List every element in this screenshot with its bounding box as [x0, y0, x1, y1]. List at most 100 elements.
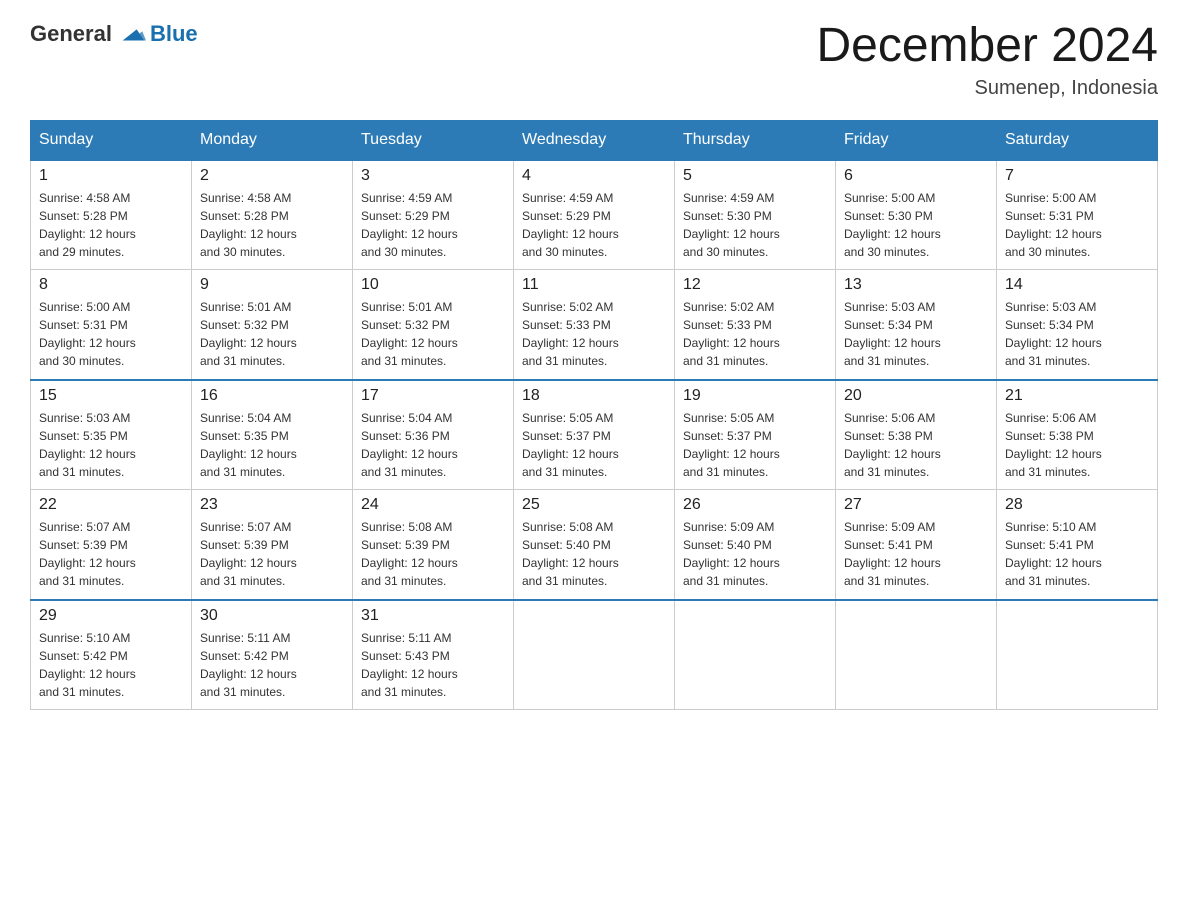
- calendar-day-cell: 17Sunrise: 5:04 AMSunset: 5:36 PMDayligh…: [353, 380, 514, 490]
- calendar-day-cell: 20Sunrise: 5:06 AMSunset: 5:38 PMDayligh…: [836, 380, 997, 490]
- calendar-table: SundayMondayTuesdayWednesdayThursdayFrid…: [30, 120, 1158, 711]
- day-number: 24: [361, 496, 505, 514]
- calendar-day-cell: [675, 600, 836, 710]
- calendar-day-cell: 13 Sunrise: 5:03 AMSunset: 5:34 PMDayligh…: [836, 270, 997, 380]
- calendar-day-cell: 15 Sunrise: 5:03 AMSunset: 5:35 PMDayligh…: [31, 380, 192, 490]
- page-header: General Blue December 2024 Sumenep, Indo…: [30, 20, 1158, 100]
- day-number: 7: [1005, 167, 1149, 185]
- calendar-day-cell: 29Sunrise: 5:10 AMSunset: 5:42 PMDayligh…: [31, 600, 192, 710]
- day-number: 2: [200, 167, 344, 185]
- day-number: 8: [39, 276, 183, 294]
- day-info: Sunrise: 5:00 AMSunset: 5:30 PMDaylight:…: [844, 189, 988, 261]
- day-number: 28: [1005, 496, 1149, 514]
- day-header-thursday: Thursday: [675, 120, 836, 160]
- day-info: Sunrise: 5:04 AMSunset: 5:35 PMDaylight:…: [200, 409, 344, 481]
- day-number: 30: [200, 607, 344, 625]
- calendar-day-cell: 1 Sunrise: 4:58 AMSunset: 5:28 PMDaylight…: [31, 160, 192, 270]
- calendar-week-row: 22 Sunrise: 5:07 AMSunset: 5:39 PMDayligh…: [31, 490, 1158, 600]
- day-number: 15: [39, 387, 183, 405]
- day-info: Sunrise: 5:07 AMSunset: 5:39 PMDaylight:…: [200, 518, 344, 590]
- day-number: 6: [844, 167, 988, 185]
- day-info: Sunrise: 5:01 AMSunset: 5:32 PMDaylight:…: [200, 298, 344, 370]
- day-header-monday: Monday: [192, 120, 353, 160]
- day-info: Sunrise: 5:09 AMSunset: 5:41 PMDaylight:…: [844, 518, 988, 590]
- day-number: 16: [200, 387, 344, 405]
- day-number: 12: [683, 276, 827, 294]
- calendar-day-cell: 7 Sunrise: 5:00 AMSunset: 5:31 PMDaylight…: [997, 160, 1158, 270]
- calendar-header-row: SundayMondayTuesdayWednesdayThursdayFrid…: [31, 120, 1158, 160]
- day-info: Sunrise: 5:02 AMSunset: 5:33 PMDaylight:…: [522, 298, 666, 370]
- day-number: 10: [361, 276, 505, 294]
- month-title: December 2024: [816, 20, 1158, 73]
- day-info: Sunrise: 5:10 AMSunset: 5:41 PMDaylight:…: [1005, 518, 1149, 590]
- day-info: Sunrise: 4:58 AMSunset: 5:28 PMDaylight:…: [200, 189, 344, 261]
- calendar-day-cell: 2 Sunrise: 4:58 AMSunset: 5:28 PMDaylight…: [192, 160, 353, 270]
- day-number: 19: [683, 387, 827, 405]
- day-info: Sunrise: 5:06 AMSunset: 5:38 PMDaylight:…: [1005, 409, 1149, 481]
- day-info: Sunrise: 5:06 AMSunset: 5:38 PMDaylight:…: [844, 409, 988, 481]
- day-info: Sunrise: 5:11 AMSunset: 5:43 PMDaylight:…: [361, 629, 505, 701]
- day-info: Sunrise: 5:03 AMSunset: 5:34 PMDaylight:…: [1005, 298, 1149, 370]
- calendar-week-row: 1 Sunrise: 4:58 AMSunset: 5:28 PMDaylight…: [31, 160, 1158, 270]
- calendar-day-cell: 24 Sunrise: 5:08 AMSunset: 5:39 PMDayligh…: [353, 490, 514, 600]
- day-number: 21: [1005, 387, 1149, 405]
- calendar-day-cell: 16 Sunrise: 5:04 AMSunset: 5:35 PMDayligh…: [192, 380, 353, 490]
- day-header-saturday: Saturday: [997, 120, 1158, 160]
- day-number: 1: [39, 167, 183, 185]
- calendar-week-row: 8 Sunrise: 5:00 AMSunset: 5:31 PMDaylight…: [31, 270, 1158, 380]
- day-header-wednesday: Wednesday: [514, 120, 675, 160]
- calendar-day-cell: 22Sunrise: 5:07 AMSunset: 5:39 PMDayligh…: [31, 490, 192, 600]
- calendar-day-cell: 21 Sunrise: 5:06 AMSunset: 5:38 PMDayligh…: [997, 380, 1158, 490]
- calendar-day-cell: [836, 600, 997, 710]
- title-section: December 2024 Sumenep, Indonesia: [816, 20, 1158, 100]
- calendar-day-cell: 5 Sunrise: 4:59 AMSunset: 5:30 PMDaylight…: [675, 160, 836, 270]
- day-info: Sunrise: 5:03 AMSunset: 5:35 PMDaylight:…: [39, 409, 183, 481]
- day-info: Sunrise: 5:01 AMSunset: 5:32 PMDaylight:…: [361, 298, 505, 370]
- day-info: Sunrise: 5:08 AMSunset: 5:39 PMDaylight:…: [361, 518, 505, 590]
- day-number: 13: [844, 276, 988, 294]
- calendar-day-cell: 31 Sunrise: 5:11 AMSunset: 5:43 PMDayligh…: [353, 600, 514, 710]
- day-info: Sunrise: 5:03 AMSunset: 5:34 PMDaylight:…: [844, 298, 988, 370]
- day-info: Sunrise: 5:05 AMSunset: 5:37 PMDaylight:…: [522, 409, 666, 481]
- day-number: 18: [522, 387, 666, 405]
- day-number: 26: [683, 496, 827, 514]
- day-info: Sunrise: 5:02 AMSunset: 5:33 PMDaylight:…: [683, 298, 827, 370]
- calendar-day-cell: 19Sunrise: 5:05 AMSunset: 5:37 PMDayligh…: [675, 380, 836, 490]
- day-number: 23: [200, 496, 344, 514]
- day-info: Sunrise: 5:11 AMSunset: 5:42 PMDaylight:…: [200, 629, 344, 701]
- calendar-day-cell: [997, 600, 1158, 710]
- day-number: 27: [844, 496, 988, 514]
- day-number: 9: [200, 276, 344, 294]
- day-info: Sunrise: 5:10 AMSunset: 5:42 PMDaylight:…: [39, 629, 183, 701]
- calendar-day-cell: 4 Sunrise: 4:59 AMSunset: 5:29 PMDaylight…: [514, 160, 675, 270]
- logo-text-general: General: [30, 21, 112, 47]
- day-info: Sunrise: 5:00 AMSunset: 5:31 PMDaylight:…: [39, 298, 183, 370]
- calendar-day-cell: 11Sunrise: 5:02 AMSunset: 5:33 PMDayligh…: [514, 270, 675, 380]
- logo: General Blue: [30, 20, 198, 48]
- day-number: 4: [522, 167, 666, 185]
- day-info: Sunrise: 5:04 AMSunset: 5:36 PMDaylight:…: [361, 409, 505, 481]
- day-number: 22: [39, 496, 183, 514]
- calendar-day-cell: 27 Sunrise: 5:09 AMSunset: 5:41 PMDayligh…: [836, 490, 997, 600]
- day-header-tuesday: Tuesday: [353, 120, 514, 160]
- day-number: 3: [361, 167, 505, 185]
- day-info: Sunrise: 4:58 AMSunset: 5:28 PMDaylight:…: [39, 189, 183, 261]
- day-number: 31: [361, 607, 505, 625]
- day-number: 5: [683, 167, 827, 185]
- calendar-week-row: 15 Sunrise: 5:03 AMSunset: 5:35 PMDayligh…: [31, 380, 1158, 490]
- day-info: Sunrise: 4:59 AMSunset: 5:29 PMDaylight:…: [522, 189, 666, 261]
- day-info: Sunrise: 5:00 AMSunset: 5:31 PMDaylight:…: [1005, 189, 1149, 261]
- location: Sumenep, Indonesia: [816, 77, 1158, 100]
- day-number: 25: [522, 496, 666, 514]
- logo-text-blue: Blue: [150, 21, 198, 47]
- calendar-day-cell: 9 Sunrise: 5:01 AMSunset: 5:32 PMDaylight…: [192, 270, 353, 380]
- calendar-day-cell: 30 Sunrise: 5:11 AMSunset: 5:42 PMDayligh…: [192, 600, 353, 710]
- day-header-sunday: Sunday: [31, 120, 192, 160]
- calendar-day-cell: 26 Sunrise: 5:09 AMSunset: 5:40 PMDayligh…: [675, 490, 836, 600]
- calendar-day-cell: 25Sunrise: 5:08 AMSunset: 5:40 PMDayligh…: [514, 490, 675, 600]
- calendar-day-cell: 3Sunrise: 4:59 AMSunset: 5:29 PMDaylight…: [353, 160, 514, 270]
- day-info: Sunrise: 5:09 AMSunset: 5:40 PMDaylight:…: [683, 518, 827, 590]
- calendar-day-cell: 23 Sunrise: 5:07 AMSunset: 5:39 PMDayligh…: [192, 490, 353, 600]
- calendar-day-cell: 6 Sunrise: 5:00 AMSunset: 5:30 PMDaylight…: [836, 160, 997, 270]
- day-info: Sunrise: 4:59 AMSunset: 5:30 PMDaylight:…: [683, 189, 827, 261]
